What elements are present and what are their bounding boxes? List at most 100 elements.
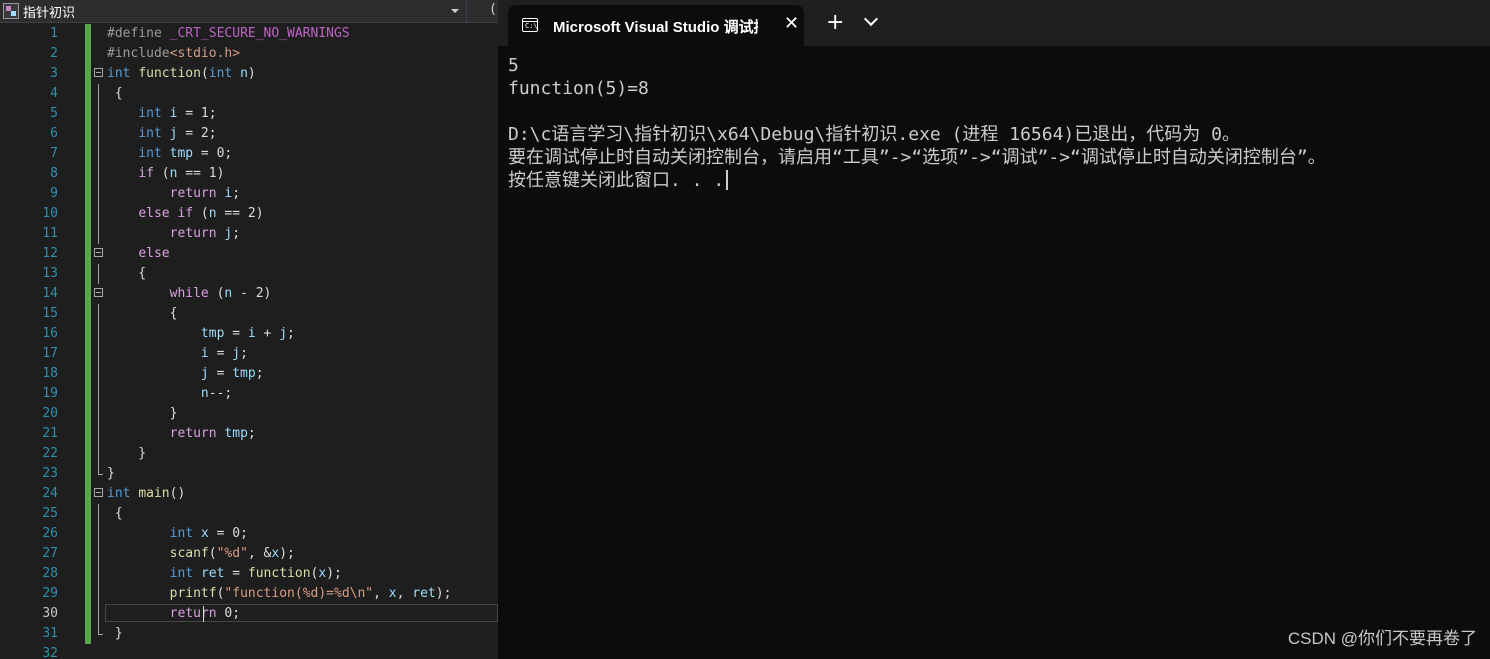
new-tab-button[interactable]: +: [826, 12, 844, 34]
code-line[interactable]: 21 return tmp;: [0, 424, 498, 444]
code-line[interactable]: 5 int i = 1;: [0, 104, 498, 124]
code-line[interactable]: 26 int x = 0;: [0, 524, 498, 544]
code-line[interactable]: 32: [0, 644, 498, 659]
code-line[interactable]: 14 while (n - 2): [0, 284, 498, 304]
code-token: +: [255, 326, 280, 341]
chevron-down-icon[interactable]: [447, 0, 463, 22]
code-text: return j;: [107, 224, 240, 244]
code-token: {: [107, 266, 147, 281]
code-line[interactable]: 10 else if (n == 2): [0, 204, 498, 224]
collapse-icon[interactable]: [94, 488, 103, 497]
change-marker: [85, 504, 91, 524]
line-number: 3: [50, 66, 58, 81]
project-dropdown[interactable]: 指针初识: [0, 0, 463, 22]
code-line[interactable]: 27 scanf("%d", &x);: [0, 544, 498, 564]
code-text: return 0;: [107, 604, 240, 624]
tab-debug-console[interactable]: C:\ Microsoft Visual Studio 调试控制台 ✕: [508, 5, 804, 46]
code-token: if: [138, 166, 154, 181]
code-line[interactable]: 6 int j = 2;: [0, 124, 498, 144]
code-line[interactable]: 23}: [0, 464, 498, 484]
change-marker: [85, 44, 91, 64]
code-token: int: [169, 526, 194, 541]
collapse-icon[interactable]: [94, 288, 103, 297]
code-token: while: [169, 286, 209, 301]
code-line[interactable]: 18 j = tmp;: [0, 364, 498, 384]
code-line[interactable]: 11 return j;: [0, 224, 498, 244]
scope-dropdown[interactable]: (: [489, 2, 497, 17]
code-token: int: [208, 66, 233, 81]
code-line[interactable]: 2 #include<stdio.h>: [0, 44, 498, 64]
code-token: else: [138, 206, 170, 221]
code-line[interactable]: 22 }: [0, 444, 498, 464]
change-marker: [85, 164, 91, 184]
line-number: 19: [42, 386, 58, 401]
code-line[interactable]: 8 if (n == 1): [0, 164, 498, 184]
close-icon[interactable]: ✕: [784, 14, 799, 34]
code-token: {: [107, 86, 123, 101]
code-line[interactable]: 19 n--;: [0, 384, 498, 404]
fold-guide: [98, 124, 99, 144]
code-token: i: [247, 326, 256, 341]
code-line[interactable]: 9 return i;: [0, 184, 498, 204]
change-marker: [85, 324, 91, 344]
code-line[interactable]: 4 {: [0, 84, 498, 104]
code-text: j = tmp;: [107, 364, 264, 384]
code-token: n: [208, 206, 217, 221]
code-line[interactable]: 24 int main(): [0, 484, 498, 504]
code-line[interactable]: 28 int ret = function(x);: [0, 564, 498, 584]
code-text: {: [107, 84, 123, 104]
code-line[interactable]: 15 {: [0, 304, 498, 324]
code-text: {: [107, 264, 146, 284]
code-token: int: [107, 486, 131, 501]
code-text: int i = 1;: [107, 104, 216, 124]
fold-guide: [98, 184, 99, 204]
code-line[interactable]: 20 }: [0, 404, 498, 424]
code-text: scanf("%d", &x);: [107, 544, 295, 564]
console-line-text: 按任意键关闭此窗口. . .: [508, 170, 725, 191]
code-token: ret: [200, 566, 225, 581]
code-line[interactable]: 16 tmp = i + j;: [0, 324, 498, 344]
line-number: 27: [42, 546, 58, 561]
debug-console-window[interactable]: C:\ Microsoft Visual Studio 调试控制台 ✕ + 5f…: [498, 0, 1490, 659]
fold-guide: [98, 604, 99, 624]
code-editor[interactable]: 指针初识 ( 1 #define _CRT_SECURE_NO_WARNINGS 2…: [0, 0, 498, 659]
code-line[interactable]: 3 int function(int n): [0, 64, 498, 84]
console-output[interactable]: 5 function(5)=8 D:\c语言学习\指针初识\x64\Debug\指针…: [508, 54, 1326, 192]
code-token: ;: [255, 366, 264, 381]
code-token: (: [153, 166, 170, 181]
chevron-down-icon[interactable]: [863, 11, 879, 27]
code-token: i: [200, 346, 209, 361]
code-text: {: [107, 504, 123, 524]
fold-guide: [98, 224, 99, 244]
code-token: --;: [208, 386, 233, 401]
code-area[interactable]: 1 #define _CRT_SECURE_NO_WARNINGS 2 #includ…: [0, 24, 498, 659]
change-marker: [85, 284, 91, 304]
line-number: 32: [42, 646, 58, 659]
code-text: return tmp;: [107, 424, 256, 444]
code-line[interactable]: 1 #define _CRT_SECURE_NO_WARNINGS: [0, 24, 498, 44]
collapse-icon[interactable]: [94, 248, 103, 257]
code-token: tmp: [200, 326, 225, 341]
fold-guide: [98, 424, 99, 444]
fold-guide: [98, 304, 99, 324]
code-line[interactable]: 17 i = j;: [0, 344, 498, 364]
code-text: n--;: [107, 384, 232, 404]
collapse-icon[interactable]: [94, 68, 103, 77]
code-line[interactable]: 29 printf("function(%d)=%d\n", x, ret);: [0, 584, 498, 604]
code-line[interactable]: 13 {: [0, 264, 498, 284]
code-token: <stdio.h>: [169, 46, 241, 61]
code-line[interactable]: 7 int tmp = 0;: [0, 144, 498, 164]
code-line[interactable]: 31 }: [0, 624, 498, 644]
code-token: function: [247, 566, 311, 581]
line-number: 28: [42, 566, 58, 581]
code-line[interactable]: 25 {: [0, 504, 498, 524]
code-line[interactable]: 12 else: [0, 244, 498, 264]
code-line[interactable]: 30 return 0;: [0, 604, 498, 624]
line-number: 24: [42, 486, 58, 501]
